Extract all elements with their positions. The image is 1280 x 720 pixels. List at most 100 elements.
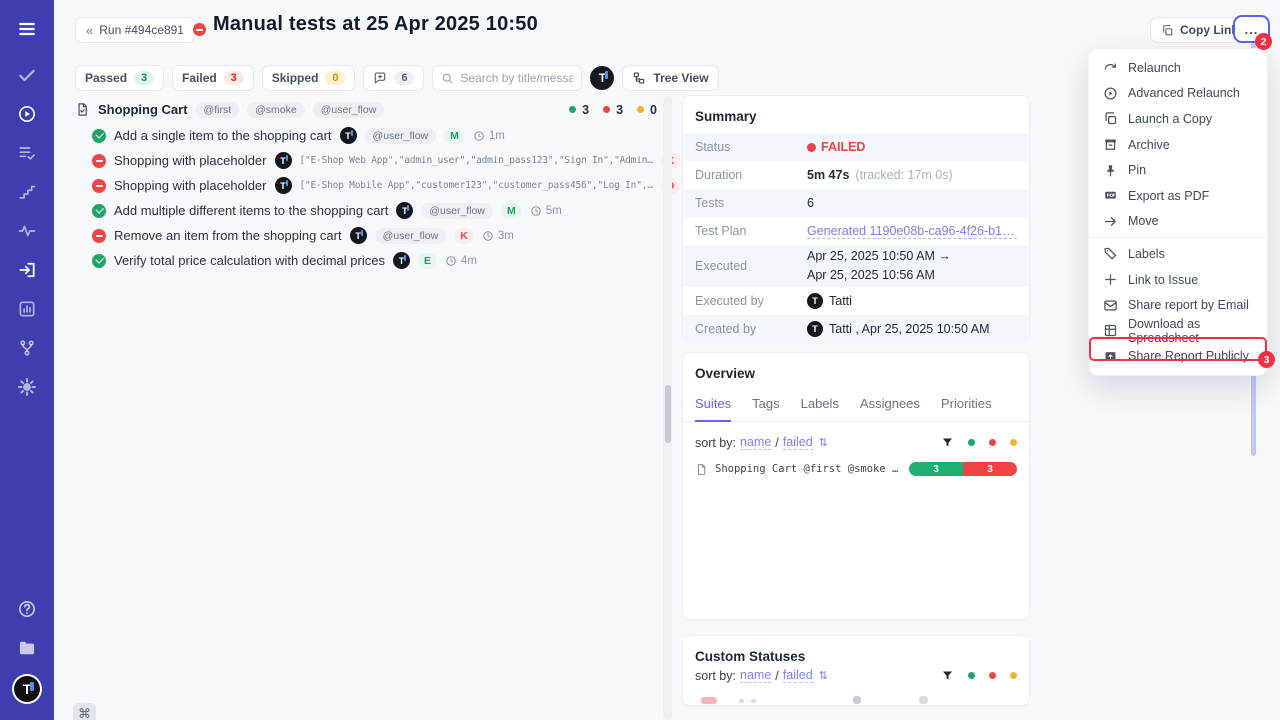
status-failed-value: FAILED [807,140,865,154]
menu-item-advanced-relaunch[interactable]: Advanced Relaunch [1089,81,1267,107]
filter-passed-button[interactable]: Passed3 [75,65,164,91]
sort-by-failed-link[interactable]: failed [783,435,813,450]
menu-item-pin[interactable]: Pin [1089,157,1267,183]
suite-tag[interactable]: @user_flow [313,102,385,118]
menu-item-move[interactable]: Move [1089,209,1267,235]
suite-result-bar[interactable]: 3 3 [909,462,1017,476]
hamburger-menu-icon[interactable] [0,18,54,40]
menu-item-labels[interactable]: Labels [1089,241,1267,267]
tab-labels[interactable]: Labels [801,396,839,421]
comments-filter-button[interactable]: 6 [363,65,424,91]
sidebar-item-runs[interactable] [0,103,54,125]
summary-row: StatusFAILED [683,133,1029,161]
skipped-legend-dot[interactable] [1010,672,1017,679]
suite-tag[interactable]: @smoke [247,102,305,118]
tag-icon [1103,246,1118,261]
passed-legend-dot[interactable] [968,439,975,446]
sidebar-item-steps[interactable] [0,181,54,203]
run-failed-status-icon [193,23,206,36]
sidebar-item-import[interactable] [0,259,54,281]
command-key-badge[interactable]: ⌘ [73,703,96,720]
menu-item-label: Download as Spreadsheet [1128,317,1253,345]
menu-item-export-as-pdf[interactable]: Export as PDF [1089,183,1267,209]
tab-tags[interactable]: Tags [752,396,779,421]
test-row[interactable]: Shopping with placeholder T ["E-Shop Mob… [75,173,657,198]
pin-icon [1103,163,1118,178]
test-row[interactable]: Shopping with placeholder T ["E-Shop Web… [75,148,657,173]
sidebar-item-projects[interactable] [0,637,54,659]
test-duration: 3m [482,230,514,242]
sort-by-label: sort by: [695,669,736,683]
sidebar-item-settings[interactable] [0,376,54,398]
summary-row: Executed byTTatti [683,287,1029,315]
tab-priorities[interactable]: Priorities [941,396,992,421]
menu-item-share-report-by-email[interactable]: Share report by Email [1089,292,1267,318]
menu-item-relaunch[interactable]: Relaunch [1089,55,1267,81]
sidebar-item-pulse[interactable] [0,220,54,242]
file-check-icon [75,102,90,117]
test-tag[interactable]: @user_flow [421,203,493,219]
filter-toolbar: Passed3 Failed3 Skipped0 6 T Tree View [75,65,719,91]
status-legend [941,436,1017,449]
sort-by-label: sort by: [695,436,736,450]
summary-card: Summary StatusFAILED Duration5m 47s (tra… [682,95,1030,342]
test-tag[interactable]: @user_flow [365,128,437,144]
summary-row-label: Executed [695,259,807,273]
menu-item-archive[interactable]: Archive [1089,132,1267,158]
sort-by-name-link[interactable]: name [740,668,771,683]
user-avatar[interactable]: T [14,676,40,702]
back-to-run-button[interactable]: « Run #494ce891 [75,17,195,43]
test-row[interactable]: Add a single item to the shopping cart T… [75,123,657,148]
sort-by-name-link[interactable]: name [740,435,771,450]
filter-skipped-button[interactable]: Skipped0 [262,65,356,91]
sort-direction-icon[interactable]: ⇅ [819,436,828,449]
tab-suites[interactable]: Suites [695,396,731,422]
sidebar-item-help[interactable] [0,598,54,620]
test-row[interactable]: Verify total price calculation with deci… [75,248,657,273]
sort-by-failed-link[interactable]: failed [783,668,813,683]
failed-legend-dot[interactable] [989,439,996,446]
test-row[interactable]: Remove an item from the shopping cart T … [75,223,657,248]
sort-direction-icon[interactable]: ⇅ [819,669,828,682]
filter-funnel-icon[interactable] [941,669,954,682]
menu-item-label: Link to Issue [1128,273,1198,287]
tab-assignees[interactable]: Assignees [860,396,920,421]
passed-legend-dot[interactable] [968,672,975,679]
menu-item-label: Share report by Email [1128,298,1249,312]
menu-item-link-to-issue[interactable]: Link to Issue [1089,267,1267,293]
test-tag[interactable]: @user_flow [375,228,447,244]
owner-avatar[interactable]: T [590,66,614,90]
suite-tag[interactable]: @first [196,102,240,118]
sidebar-item-branches[interactable] [0,337,54,359]
suite-header-row[interactable]: Shopping Cart @first@smoke@user_flow 3 3… [75,96,657,123]
tree-view-button[interactable]: Tree View [622,65,718,91]
scrollbar-thumb[interactable] [665,385,671,443]
menu-item-download-as-spreadsheet[interactable]: Download as Spreadsheet [1089,318,1267,344]
failed-legend-dot[interactable] [989,672,996,679]
projects-icon [17,638,37,658]
relaunch-icon [1103,60,1118,75]
sidebar-item-test-plans[interactable] [0,142,54,164]
branches-icon [17,338,37,358]
skipped-legend-dot[interactable] [1010,439,1017,446]
clock-icon [445,255,457,267]
settings-icon [17,377,37,397]
passed-count-badge: 3 [134,71,154,85]
sidebar-item-analytics[interactable] [0,298,54,320]
filter-funnel-icon[interactable] [941,436,954,449]
scrollbar-track[interactable] [663,96,672,720]
overview-suite-row[interactable]: Shopping Cart @first @smoke … 3 3 [683,456,1029,482]
test-status-passed-icon [92,254,106,268]
menu-item-share-report-publicly[interactable]: Share Report Publicly [1089,344,1267,370]
custom-statuses-sort-row: sort by: name / failed ⇅ [683,666,1029,689]
custom-statuses-title: Custom Statuses [683,636,1029,666]
test-plan-link[interactable]: Generated 1190e08b-ca96-4f26-b10f-d6dc… [807,224,1017,239]
sidebar-item-checks[interactable] [0,64,54,86]
search-input[interactable] [460,71,573,85]
filter-failed-button[interactable]: Failed3 [172,65,254,91]
menu-item-launch-a-copy[interactable]: Launch a Copy [1089,106,1267,132]
menu-item-label: Pin [1128,163,1146,177]
test-row[interactable]: Add multiple different items to the shop… [75,198,657,223]
import-icon [17,260,37,280]
assignee-badge: M [444,128,465,144]
